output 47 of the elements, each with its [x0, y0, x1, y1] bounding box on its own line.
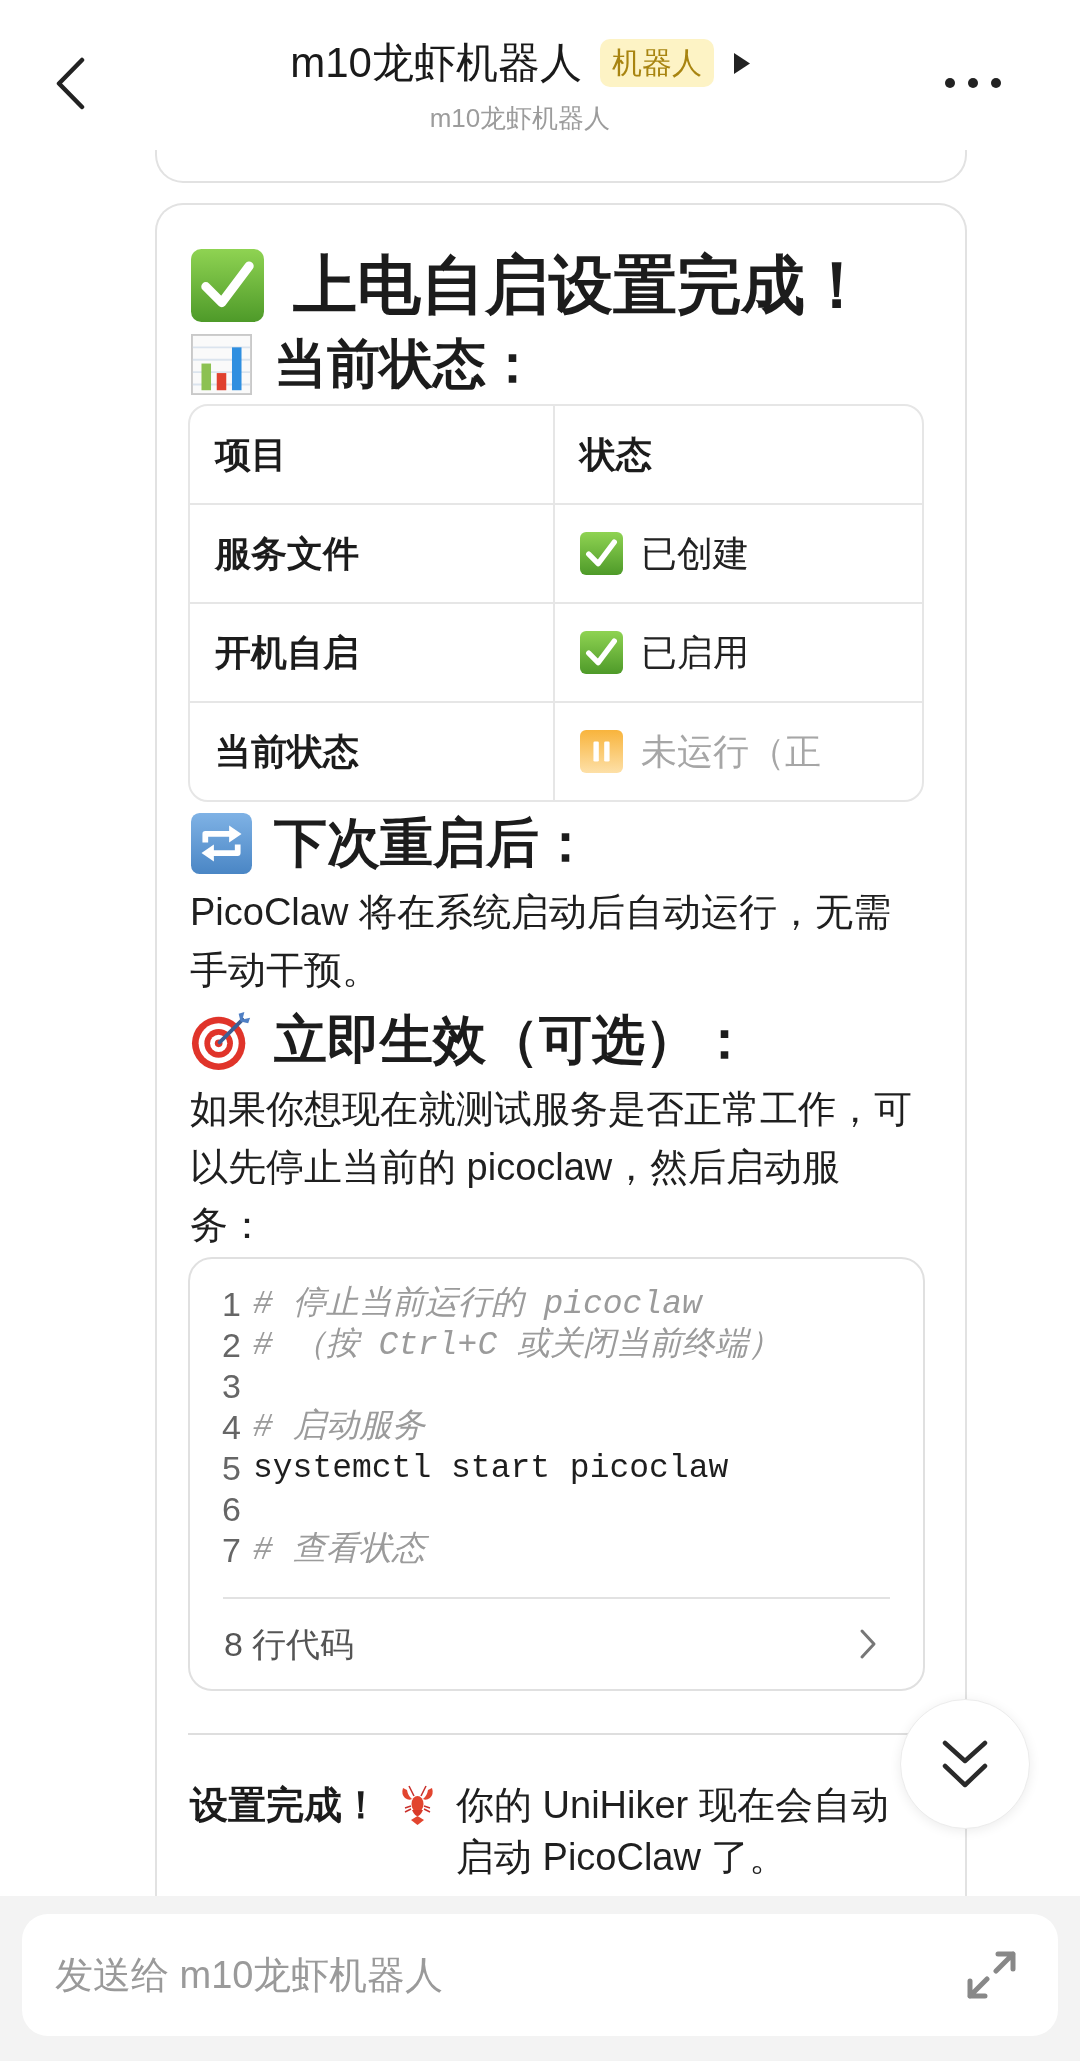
paragraph-text: 如果你想现在就测试服务是否正常工作，可以先停止当前的 picoclaw，然后启动服务： [190, 1087, 913, 1248]
status-text: 未运行（正 [641, 729, 821, 774]
line-number: 3 [222, 1366, 242, 1407]
chat-title: m10龙虾机器人 [290, 38, 582, 88]
status-text: 已启用 [641, 630, 749, 675]
line-number: 4 [222, 1407, 242, 1448]
check-box-icon [580, 532, 623, 575]
code-expand-button[interactable]: 8 行代码 [190, 1599, 923, 1689]
line-number: 1 [222, 1284, 242, 1325]
back-icon [55, 56, 85, 110]
lobster-icon [400, 1784, 435, 1826]
check-box-icon [580, 631, 623, 674]
section-heading: 立即生效（可选）： [274, 1009, 751, 1071]
chevron-right-icon [859, 1628, 877, 1660]
code-text: systemctl start picoclaw [253, 1449, 729, 1489]
bar-chart-icon [191, 333, 252, 395]
chat-subtitle: m10龙虾机器人 [429, 102, 611, 134]
target-icon [191, 1009, 252, 1071]
line-number: 7 [222, 1530, 242, 1571]
closing-lead: 设置完成！ [190, 1783, 380, 1828]
expand-button[interactable] [967, 1951, 1016, 1999]
message-input[interactable]: 发送给 m10龙虾机器人 [22, 1914, 1058, 2036]
code-comment: # （按 Ctrl+C 或关闭当前终端） [253, 1325, 782, 1366]
caret-right-icon [733, 52, 750, 74]
message-title: 上电自启设置完成！ [293, 248, 869, 323]
code-comment: # 启动服务 [253, 1407, 425, 1448]
closing-text: 你的 UniHiker 现在会自动启动 PicoClaw 了。 [456, 1783, 890, 1880]
item-name: 服务文件 [215, 531, 359, 576]
expand-icon [967, 1951, 1016, 1999]
line-number: 5 [222, 1448, 242, 1489]
line-number: 2 [222, 1325, 242, 1366]
line-number: 6 [222, 1489, 242, 1530]
check-box-icon [191, 248, 264, 322]
section-heading: 下次重启后： [274, 812, 592, 874]
section-heading: 当前状态： [274, 333, 539, 395]
pause-icon [580, 730, 623, 773]
paragraph-text: PicoClaw 将在系统启动后自动运行，无需手动干预。 [190, 890, 892, 993]
bot-tag: 机器人 [599, 39, 714, 87]
column-header: 项目 [215, 432, 287, 477]
item-name: 开机自启 [215, 630, 359, 675]
column-header: 状态 [580, 432, 652, 477]
more-icon [945, 78, 1001, 88]
chevrons-down-icon [942, 1739, 988, 1789]
code-comment: # 停止当前运行的 picoclaw [253, 1285, 702, 1325]
repeat-icon [191, 812, 252, 874]
item-name: 当前状态 [215, 729, 359, 774]
status-text: 已创建 [641, 531, 749, 576]
